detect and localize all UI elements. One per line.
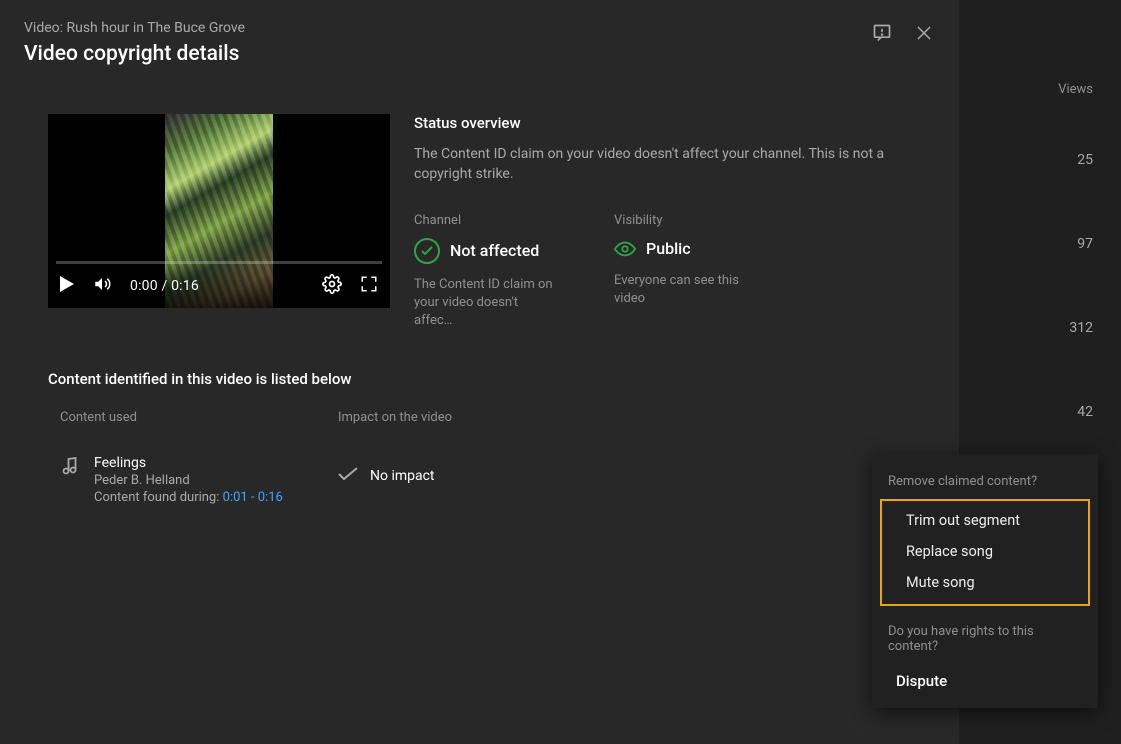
visibility-label: Visibility — [614, 213, 754, 228]
popup-remove-label: Remove claimed content? — [872, 468, 1098, 497]
trim-segment-item[interactable]: Trim out segment — [882, 505, 1088, 536]
eye-icon — [614, 238, 636, 260]
fullscreen-icon[interactable] — [360, 275, 378, 297]
feedback-icon[interactable] — [871, 22, 893, 44]
popup-highlight-box: Trim out segment Replace song Mute song — [880, 499, 1090, 606]
checkmark-icon — [338, 467, 358, 485]
claims-section-title: Content identified in this video is list… — [48, 370, 911, 388]
check-circle-icon — [414, 238, 440, 264]
music-note-icon — [60, 455, 80, 507]
claim-range-link[interactable]: 0:01 - 0:16 — [223, 490, 283, 505]
mute-song-item[interactable]: Mute song — [882, 567, 1088, 598]
claim-impact: No impact — [370, 468, 435, 484]
claim-range: Content found during: 0:01 - 0:16 — [94, 490, 283, 505]
claim-row: Feelings Peder B. Helland Content found … — [48, 455, 911, 507]
views-value: 312 — [1069, 320, 1093, 336]
video-time: 0:00 / 0:16 — [130, 278, 199, 294]
channel-value: Not affected — [450, 241, 539, 260]
column-content-used: Content used — [48, 410, 338, 425]
visibility-value: Public — [646, 239, 691, 258]
views-value: 25 — [1077, 152, 1093, 168]
copyright-dialog: Video: Rush hour in The Buce Grove Video… — [0, 0, 959, 744]
claim-artist: Peder B. Helland — [94, 473, 283, 488]
dialog-title: Video copyright details — [24, 42, 935, 66]
volume-icon[interactable] — [92, 275, 112, 297]
play-icon[interactable] — [60, 276, 74, 296]
replace-song-item[interactable]: Replace song — [882, 536, 1088, 567]
column-impact: Impact on the video — [338, 410, 452, 425]
channel-status-card: Channel Not affected The Content ID clai… — [414, 213, 554, 331]
dispute-item[interactable]: Dispute — [872, 662, 1098, 696]
channel-sub: The Content ID claim on your video doesn… — [414, 276, 554, 331]
video-player[interactable]: 0:00 / 0:16 — [48, 114, 390, 308]
visibility-sub: Everyone can see this video — [614, 272, 754, 308]
views-value: 42 — [1077, 404, 1093, 420]
status-heading: Status overview — [414, 114, 935, 132]
popup-rights-label: Do you have rights to this content? — [872, 614, 1098, 662]
settings-icon[interactable] — [322, 274, 342, 298]
channel-label: Channel — [414, 213, 554, 228]
visibility-status-card: Visibility Public Everyone can see this … — [614, 213, 754, 331]
views-column-header: Views — [1058, 82, 1093, 97]
close-icon[interactable] — [913, 22, 935, 44]
status-description: The Content ID claim on your video doesn… — [414, 144, 914, 185]
video-subtitle: Video: Rush hour in The Buce Grove — [24, 20, 935, 36]
views-value: 97 — [1077, 236, 1093, 252]
claim-title: Feelings — [94, 455, 283, 471]
actions-popup: Remove claimed content? Trim out segment… — [872, 454, 1098, 708]
